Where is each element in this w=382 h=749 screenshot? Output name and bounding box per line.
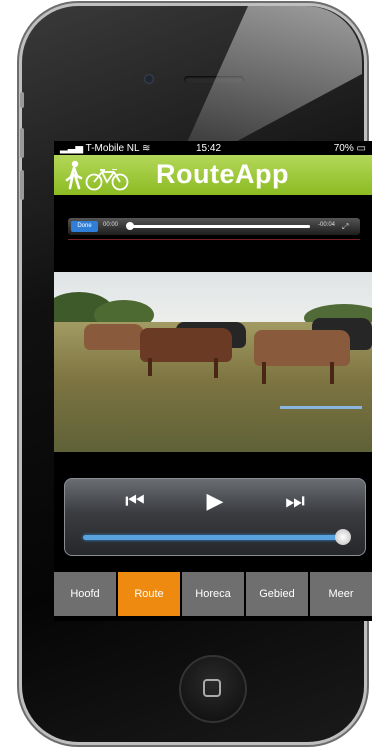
wifi-icon: ≋ xyxy=(142,142,151,154)
fullscreen-toggle-icon[interactable]: ⤢ xyxy=(342,222,352,231)
video-scrubber: Done 00:00 -00:04 ⤢ xyxy=(68,218,360,235)
phone-screen: ▂▃▅ T-Mobile NL ≋ 15:42 70% ▭ RouteApp D… xyxy=(54,141,372,621)
tab-hoofd[interactable]: Hoofd xyxy=(54,572,116,616)
status-bar: ▂▃▅ T-Mobile NL ≋ 15:42 70% ▭ xyxy=(54,141,372,155)
video-cow xyxy=(84,324,144,350)
volume-down-button xyxy=(20,170,24,200)
clock: 15:42 xyxy=(196,142,222,154)
volume-up-button xyxy=(20,128,24,158)
front-camera xyxy=(144,74,154,84)
divider xyxy=(68,239,360,240)
scrub-knob[interactable] xyxy=(126,222,134,230)
bicycle-icon xyxy=(85,169,129,191)
play-icon[interactable]: ▶ xyxy=(200,489,230,513)
app-header: RouteApp xyxy=(54,155,372,195)
elapsed-time: 00:00 xyxy=(103,222,119,228)
video-overlay-line xyxy=(280,406,362,409)
app-title: RouteApp xyxy=(156,159,289,189)
tab-gebied[interactable]: Gebied xyxy=(246,572,308,616)
battery-icon: ▭ xyxy=(356,142,366,154)
cow-leg xyxy=(330,362,334,384)
video-frame[interactable] xyxy=(54,272,372,452)
signal-icon: ▂▃▅ xyxy=(60,142,86,154)
mute-switch xyxy=(20,92,24,108)
cow-leg xyxy=(262,362,266,384)
carrier-label: ▂▃▅ T-Mobile NL ≋ xyxy=(60,142,151,154)
battery-indicator: 70% ▭ xyxy=(333,142,366,154)
volume-knob[interactable] xyxy=(335,529,351,545)
tab-bar: Hoofd Route Horeca Gebied Meer xyxy=(54,572,372,618)
scrub-fill xyxy=(130,225,310,228)
tab-horeca[interactable]: Horeca xyxy=(182,572,244,616)
volume-slider[interactable] xyxy=(83,535,343,540)
scrub-track[interactable] xyxy=(130,225,310,228)
skip-back-icon[interactable]: ⏮ xyxy=(115,489,155,513)
pedestrian-icon xyxy=(65,160,83,190)
video-cow xyxy=(254,330,350,366)
tab-meer[interactable]: Meer xyxy=(310,572,372,616)
done-button[interactable]: Done xyxy=(71,221,98,232)
tab-route[interactable]: Route xyxy=(118,572,180,616)
home-button[interactable] xyxy=(179,655,247,723)
skip-forward-icon[interactable]: ⏭ xyxy=(275,489,315,513)
cow-leg xyxy=(214,358,218,378)
video-cow xyxy=(140,328,232,362)
remaining-time: -00:04 xyxy=(318,222,336,228)
home-square-icon xyxy=(203,679,221,697)
earpiece-speaker xyxy=(184,76,244,84)
cow-leg xyxy=(148,358,152,376)
playback-controls: ⏮ ▶ ⏭ xyxy=(64,478,366,556)
